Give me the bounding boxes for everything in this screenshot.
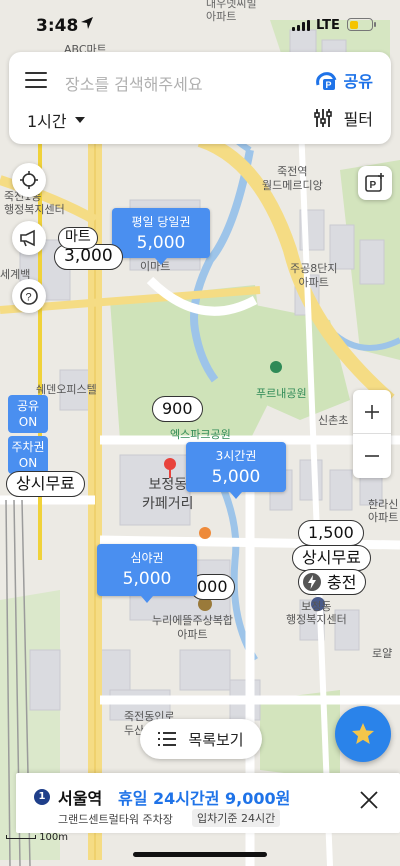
star-icon xyxy=(352,723,374,744)
help-icon: ? xyxy=(20,287,38,305)
svg-text:P: P xyxy=(325,80,331,90)
map-label-jugong: 주공8단지 아파트 xyxy=(290,262,338,289)
ticket-info: 휴일 24시간권 9,000원 xyxy=(118,789,291,808)
marker-free-a[interactable]: 상시무료 xyxy=(6,471,85,497)
filter-label: 필터 xyxy=(343,110,373,129)
current-location-button[interactable] xyxy=(12,163,46,197)
crosshair-icon xyxy=(20,171,38,189)
marker-price-1500[interactable]: 1,500 xyxy=(298,520,364,546)
marker-value: 5,000 xyxy=(136,233,186,253)
parking-info-card[interactable]: 1 서울역 휴일 24시간권 9,000원 그랜드센트럴타워 주차장 입차기준 … xyxy=(16,773,400,833)
svg-text:P: P xyxy=(370,180,377,191)
signal-icon xyxy=(292,20,310,31)
time-filter-dropdown[interactable]: 1시간 xyxy=(27,108,85,132)
menu-icon[interactable] xyxy=(25,72,47,90)
marker-ev-charge[interactable]: 충전 xyxy=(298,569,367,595)
plus-icon xyxy=(365,404,379,419)
marker-price-900[interactable]: 900 xyxy=(152,396,203,422)
megaphone-icon xyxy=(20,229,35,247)
map-label-expark: 엑스파크공원 xyxy=(170,428,231,441)
zoom-control xyxy=(353,390,391,478)
close-icon[interactable] xyxy=(360,791,378,809)
rank-badge: 1 xyxy=(34,789,50,805)
filter-button[interactable]: 필터 xyxy=(313,106,373,130)
parking-plus-icon: P xyxy=(365,173,384,192)
share-on-tag[interactable]: 공유 ON xyxy=(8,395,48,433)
map-label-hanshin: 한라신 아파트 xyxy=(368,498,399,524)
network-label: LTE xyxy=(316,18,340,33)
marker-3hour-pass[interactable]: 3시간권 5,000 xyxy=(186,442,286,499)
filter-sliders-icon xyxy=(313,109,332,127)
marker-title: 3시간권 xyxy=(215,449,257,463)
map-label-royal: 로얄 xyxy=(372,647,393,660)
parking-address: 그랜드센트럴타워 주차장 xyxy=(58,813,173,826)
ticket-basis-badge: 입차기준 24시간 xyxy=(192,809,281,827)
map-label-nuri: 누리에뜰주상복합 아파트 xyxy=(152,614,233,641)
status-time: 3:48 xyxy=(36,16,79,36)
svg-text:?: ? xyxy=(26,292,32,304)
parking-layer-button[interactable]: P xyxy=(358,166,392,200)
zoom-in-button[interactable] xyxy=(353,390,391,434)
marker-mart-label[interactable]: 마트 xyxy=(58,227,98,249)
share-on-label: 공유 xyxy=(16,399,40,413)
pass-on-tag[interactable]: 주차권 ON xyxy=(8,436,48,474)
list-icon xyxy=(158,732,177,746)
share-button[interactable]: P 공유 xyxy=(314,68,373,92)
search-input[interactable]: 장소를 검색해주세요 xyxy=(65,71,203,95)
map-label-pureunae-park: 푸르내공원 xyxy=(256,387,307,400)
announcement-button[interactable] xyxy=(12,221,46,255)
favorites-button[interactable] xyxy=(335,706,391,762)
marker-title: 심야권 xyxy=(130,551,164,565)
zoom-out-button[interactable] xyxy=(353,434,391,478)
battery-icon xyxy=(347,18,376,31)
pass-on-label: 주차권 xyxy=(11,440,45,454)
location-pin-stem xyxy=(169,468,171,478)
share-on-state: ON xyxy=(18,415,38,429)
home-indicator xyxy=(133,852,267,857)
chevron-down-icon xyxy=(74,117,85,123)
pass-on-state: ON xyxy=(18,456,38,470)
scale-label: 100m xyxy=(39,832,69,843)
map-label-jukjeon-station: 죽전역 월드메르디앙 xyxy=(262,165,323,192)
map-label-sinchoncho: 신촌초 xyxy=(318,414,349,427)
lightning-icon xyxy=(303,573,321,591)
help-button[interactable]: ? xyxy=(12,279,46,313)
time-filter-label: 1시간 xyxy=(27,112,67,131)
search-panel: 장소를 검색해주세요 P 공유 1시간 필터 xyxy=(9,52,391,144)
status-bar: 3:48 LTE xyxy=(0,0,400,48)
list-view-button[interactable]: 목록보기 xyxy=(140,719,262,759)
marker-weekday-pass[interactable]: 평일 당일권 5,000 xyxy=(112,208,210,265)
map-scale: 100m xyxy=(6,832,68,843)
list-view-label: 목록보기 xyxy=(188,730,244,749)
minus-icon xyxy=(365,455,379,457)
marker-value: 5,000 xyxy=(211,467,261,487)
marker-value: 5,000 xyxy=(122,569,172,589)
marker-title: 평일 당일권 xyxy=(131,215,191,229)
charge-label: 충전 xyxy=(327,572,357,592)
marker-free-b[interactable]: 상시무료 xyxy=(292,545,371,571)
parking-name: 서울역 xyxy=(58,789,103,808)
location-arrow-icon xyxy=(81,17,93,29)
marker-night-pass[interactable]: 심야권 5,000 xyxy=(97,544,197,603)
map-label-bojeong-welfare: 보정동 행정복지센터 xyxy=(286,600,347,626)
share-label: 공유 xyxy=(343,72,373,91)
share-parking-icon: P xyxy=(315,72,336,90)
